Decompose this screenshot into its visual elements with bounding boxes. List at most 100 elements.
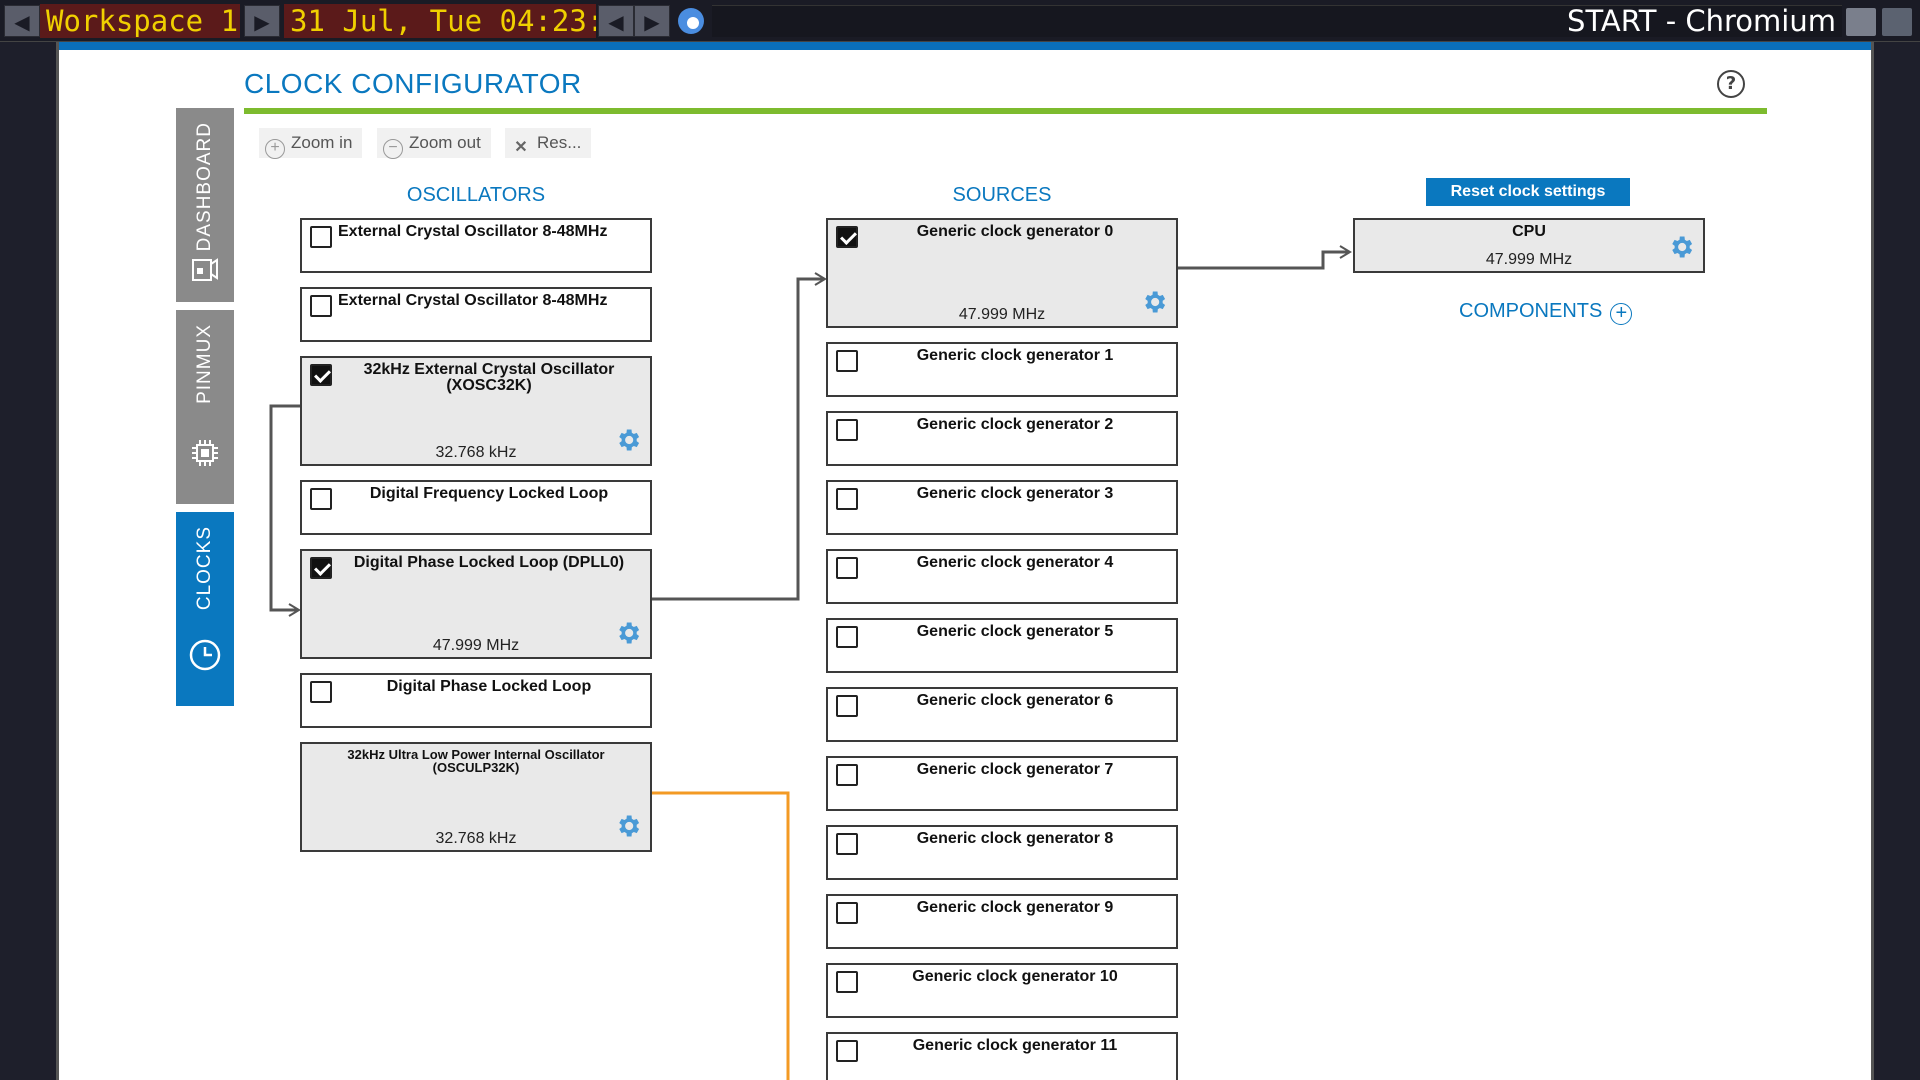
discord-icon[interactable] [1882, 8, 1912, 36]
cpu-node[interactable]: CPU 47.999 MHz [1353, 218, 1705, 273]
tab-pinmux[interactable]: PINMUX [176, 310, 234, 504]
oscillator-name: Digital Phase Locked Loop (DPLL0) [353, 554, 625, 571]
oscillator-checkbox[interactable] [310, 295, 332, 317]
oscillator-name: Digital Frequency Locked Loop [369, 485, 609, 502]
components-section[interactable]: COMPONENTS + [1459, 300, 1633, 325]
oscillator-osculp32k[interactable]: 32kHz Ultra Low Power Internal Oscillato… [300, 742, 652, 852]
oscillator-dfll[interactable]: Digital Frequency Locked Loop [300, 480, 652, 535]
add-component-icon[interactable]: + [1610, 303, 1633, 325]
source-gclk9[interactable]: Generic clock generator 9 [826, 894, 1178, 949]
zoom-out-button[interactable]: − Zoom out [377, 128, 491, 159]
oscillator-xosc32k[interactable]: 32kHz External Crystal Oscillator (XOSC3… [300, 356, 652, 466]
source-name: Generic clock generator 5 [916, 623, 1114, 640]
source-gclk8[interactable]: Generic clock generator 8 [826, 825, 1178, 880]
browser-page: CLOCK CONFIGURATOR ? DASHBOARD PINMUX CL… [56, 42, 1874, 1080]
oscillator-dpll1[interactable]: Digital Phase Locked Loop [300, 673, 652, 728]
wire-xosc32k-to-dpll0 [269, 404, 300, 612]
chromium-icon[interactable] [678, 8, 704, 34]
source-gclk6[interactable]: Generic clock generator 6 [826, 687, 1178, 742]
gear-icon[interactable] [614, 812, 642, 840]
gear-icon[interactable] [614, 426, 642, 454]
source-checkbox[interactable] [836, 226, 858, 248]
reset-view-label: Res... [537, 133, 582, 152]
zoom-in-button[interactable]: + Zoom in [259, 128, 363, 159]
source-gclk0[interactable]: Generic clock generator 0 47.999 MHz [826, 218, 1178, 328]
page-title: CLOCK CONFIGURATOR [244, 68, 582, 99]
source-checkbox[interactable] [836, 764, 858, 786]
workspace-indicator[interactable]: Workspace 11 [40, 4, 240, 38]
source-gclk7[interactable]: Generic clock generator 7 [826, 756, 1178, 811]
cpu-frequency: 47.999 MHz [1485, 251, 1573, 268]
source-name: Generic clock generator 4 [916, 554, 1114, 571]
tray-app-icon[interactable] [1846, 8, 1876, 36]
gear-icon[interactable] [614, 619, 642, 647]
source-checkbox[interactable] [836, 833, 858, 855]
cpu-name: CPU [1512, 223, 1546, 240]
clock-datetime: 31 Jul, Tue 04:23:49 [284, 4, 596, 38]
arrow-left-icon[interactable]: ◀ [4, 5, 40, 37]
tab-dashboard[interactable]: DASHBOARD [176, 108, 234, 302]
source-name: Generic clock generator 8 [916, 830, 1114, 847]
oscillator-name: Digital Phase Locked Loop [386, 678, 592, 695]
zoom-in-label: Zoom in [291, 133, 353, 152]
source-checkbox[interactable] [836, 695, 858, 717]
source-gclk1[interactable]: Generic clock generator 1 [826, 342, 1178, 397]
source-frequency: 47.999 MHz [958, 306, 1046, 323]
source-checkbox[interactable] [836, 1040, 858, 1062]
source-name: Generic clock generator 2 [916, 416, 1114, 433]
oscillators-heading: OSCILLATORS [406, 184, 546, 206]
source-checkbox[interactable] [836, 488, 858, 510]
wire-gclk0-to-cpu [1178, 250, 1348, 270]
gear-icon[interactable] [1140, 288, 1168, 316]
source-checkbox[interactable] [836, 557, 858, 579]
tab-clocks-label: CLOCKS [194, 526, 215, 611]
wire-xosc32k-arrow [288, 603, 301, 617]
oscillator-frequency: 32.768 kHz [435, 444, 517, 461]
source-name: Generic clock generator 7 [916, 761, 1114, 778]
arrow-left-icon[interactable]: ◀ [598, 5, 634, 37]
source-gclk5[interactable]: Generic clock generator 5 [826, 618, 1178, 673]
arrow-right-icon[interactable]: ▶ [634, 5, 670, 37]
wire-dpll0-to-gclk0 [652, 277, 823, 601]
source-gclk4[interactable]: Generic clock generator 4 [826, 549, 1178, 604]
source-name: Generic clock generator 6 [916, 692, 1114, 709]
source-name: Generic clock generator 0 [916, 223, 1114, 240]
clock-icon [189, 639, 221, 671]
oscillator-dpll0[interactable]: Digital Phase Locked Loop (DPLL0) 47.999… [300, 549, 652, 659]
source-checkbox[interactable] [836, 419, 858, 441]
oscillator-checkbox[interactable] [310, 557, 332, 579]
gear-icon[interactable] [1667, 233, 1695, 261]
source-name: Generic clock generator 10 [912, 968, 1118, 985]
source-gclk10[interactable]: Generic clock generator 10 [826, 963, 1178, 1018]
oscillator-frequency: 32.768 kHz [435, 830, 517, 847]
source-gclk2[interactable]: Generic clock generator 2 [826, 411, 1178, 466]
oscillator-name: 32kHz Ultra Low Power Internal Oscillato… [347, 747, 605, 775]
oscillator-checkbox[interactable] [310, 681, 332, 703]
oscillator-xosc0[interactable]: External Crystal Oscillator 8-48MHz [300, 218, 652, 273]
dashboard-icon [192, 258, 218, 281]
oscillator-checkbox[interactable] [310, 364, 332, 386]
system-top-bar: ◀ Workspace 11 ▶ 31 Jul, Tue 04:23:49 ◀ … [0, 0, 1920, 42]
oscillator-name: External Crystal Oscillator 8-48MHz [338, 223, 608, 240]
oscillator-checkbox[interactable] [310, 488, 332, 510]
source-checkbox[interactable] [836, 626, 858, 648]
page-top-strip [59, 42, 1871, 50]
wire-dpll0-arrow [814, 272, 827, 286]
source-checkbox[interactable] [836, 902, 858, 924]
source-gclk3[interactable]: Generic clock generator 3 [826, 480, 1178, 535]
sources-heading: SOURCES [952, 184, 1052, 206]
zoom-in-icon: + [265, 139, 285, 159]
help-icon[interactable]: ? [1717, 70, 1745, 98]
reset-view-button[interactable]: ✕ Res... [505, 128, 592, 158]
source-name: Generic clock generator 9 [916, 899, 1114, 916]
source-checkbox[interactable] [836, 971, 858, 993]
tab-clocks[interactable]: CLOCKS [176, 512, 234, 706]
arrow-right-icon[interactable]: ▶ [244, 5, 280, 37]
tab-pinmux-label: PINMUX [194, 324, 215, 404]
source-checkbox[interactable] [836, 350, 858, 372]
source-gclk11[interactable]: Generic clock generator 11 [826, 1032, 1178, 1080]
oscillator-xosc1[interactable]: External Crystal Oscillator 8-48MHz [300, 287, 652, 342]
window-title: START - Chromium [1567, 4, 1836, 38]
reset-clock-settings-button[interactable]: Reset clock settings [1426, 178, 1630, 206]
oscillator-checkbox[interactable] [310, 226, 332, 248]
